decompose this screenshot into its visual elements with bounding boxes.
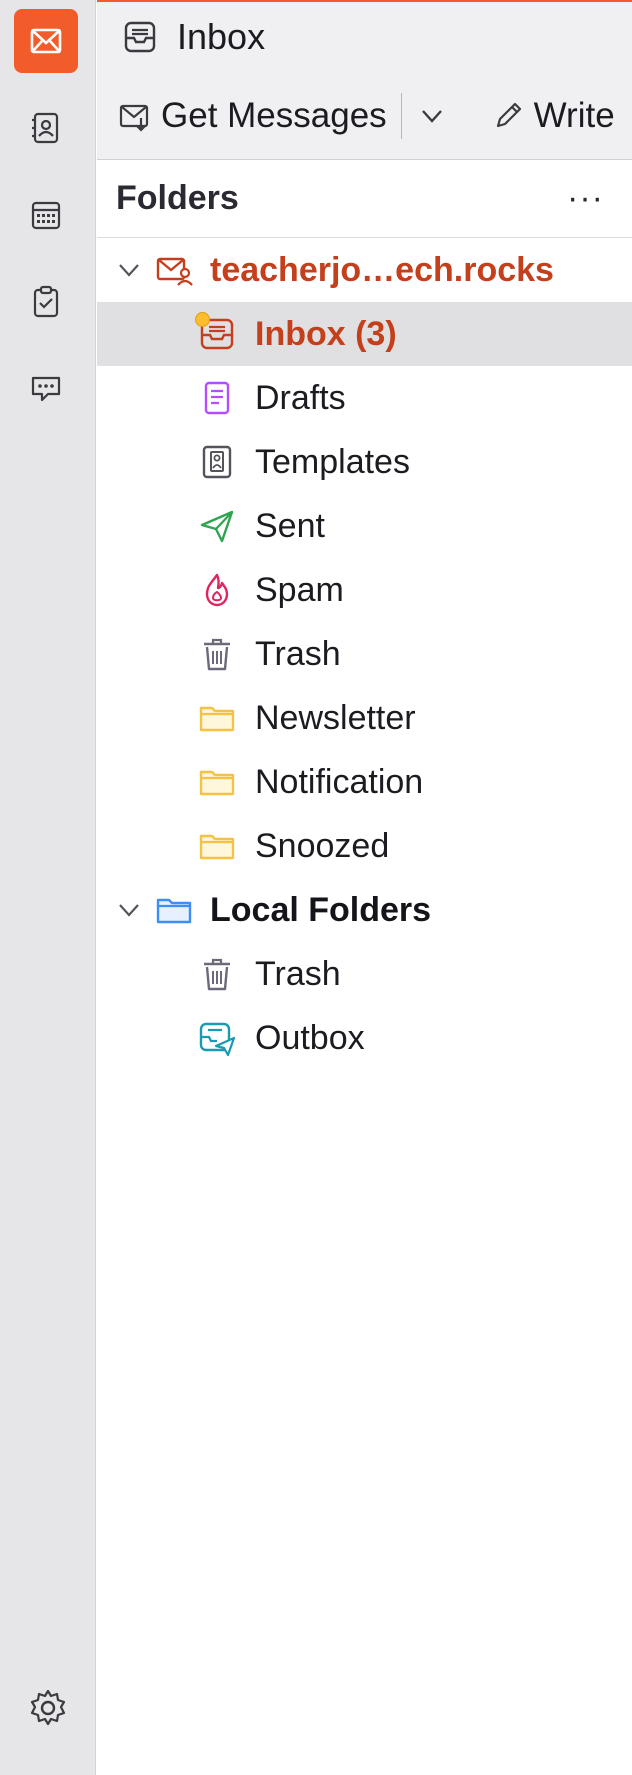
spaces-tasks-button[interactable]: [14, 270, 78, 334]
spaces-chat-button[interactable]: [14, 357, 78, 421]
address-book-icon: [32, 112, 59, 144]
folder-label: Drafts: [255, 378, 346, 417]
folder-icon: [199, 706, 235, 732]
folder-spam[interactable]: Spam: [97, 558, 632, 622]
folder-account[interactable]: teacherjo…ech.rocks: [97, 238, 632, 302]
get-messages-dropdown-button[interactable]: [412, 86, 452, 146]
spaces-address-book-button[interactable]: [14, 96, 78, 160]
spaces-mail-button[interactable]: [14, 9, 78, 73]
folder-sent[interactable]: Sent: [97, 494, 632, 558]
trash-icon: [204, 638, 230, 671]
mail-toolbar: Get Messages Write: [97, 72, 632, 160]
tab-bar: Inbox: [97, 0, 632, 72]
folder-pane-more-button[interactable]: ···: [567, 179, 632, 218]
folder-label: Notification: [255, 762, 424, 801]
folder-local-trash[interactable]: Trash: [97, 942, 632, 1006]
inbox-icon: [124, 21, 156, 53]
tasks-icon: [33, 285, 59, 318]
folder-label: Sent: [255, 506, 325, 545]
spaces-calendar-button[interactable]: [14, 183, 78, 247]
templates-icon: [202, 445, 232, 479]
folder-icon: [199, 834, 235, 860]
chevron-down-icon: [421, 109, 442, 123]
write-label: Write: [533, 95, 615, 135]
mail-icon: [30, 28, 62, 54]
folder-tree: teacherjo…ech.rocks Inbox (3) Drafts Tem…: [97, 238, 632, 1070]
outbox-icon: [199, 1022, 236, 1057]
spam-icon: [205, 573, 229, 607]
folder-newsletter[interactable]: Newsletter: [97, 686, 632, 750]
folder-snoozed[interactable]: Snoozed: [97, 814, 632, 878]
folder-notification[interactable]: Notification: [97, 750, 632, 814]
folder-label: Inbox (3): [255, 314, 397, 353]
calendar-icon: [31, 201, 61, 230]
chat-icon: [31, 376, 61, 402]
folder-inbox[interactable]: Inbox (3): [97, 302, 632, 366]
folder-drafts[interactable]: Drafts: [97, 366, 632, 430]
write-button[interactable]: Write: [482, 86, 623, 146]
folder-label: Templates: [255, 442, 410, 481]
folder-label: Snoozed: [255, 826, 390, 865]
get-messages-icon: [119, 104, 149, 132]
folder-trash[interactable]: Trash: [97, 622, 632, 686]
get-messages-button[interactable]: Get Messages: [109, 86, 395, 146]
gear-icon: [30, 1689, 66, 1726]
folder-templates[interactable]: Templates: [97, 430, 632, 494]
folder-label: Trash: [255, 954, 341, 993]
folder-local-folders[interactable]: Local Folders: [97, 878, 632, 942]
spaces-settings-button[interactable]: [26, 1686, 70, 1730]
drafts-icon: [204, 381, 230, 415]
folder-label: Trash: [255, 634, 341, 673]
account-mail-icon: [156, 257, 193, 286]
folder-pane-header: Folders ···: [97, 160, 632, 238]
toolbar-separator: [400, 92, 402, 139]
trash-icon: [204, 958, 230, 991]
new-mail-indicator: [195, 312, 210, 327]
tab-inbox[interactable]: Inbox: [97, 2, 265, 72]
chevron-down-icon[interactable]: [115, 896, 143, 924]
sent-icon: [200, 510, 234, 543]
folder-account-label: teacherjo…ech.rocks: [210, 250, 554, 289]
tab-label: Inbox: [177, 16, 266, 57]
spaces-toolbar: [0, 0, 96, 1775]
folder-label: Outbox: [255, 1018, 365, 1057]
folder-outbox[interactable]: Outbox: [97, 1006, 632, 1070]
folder-local-label: Local Folders: [210, 890, 432, 929]
get-messages-label: Get Messages: [161, 95, 387, 135]
mail-main-area: Inbox Get Messages Write Folders ··· tea…: [97, 0, 632, 1775]
folder-label: Spam: [255, 570, 344, 609]
pencil-icon: [496, 102, 521, 127]
folder-pane-title: Folders: [116, 179, 239, 217]
folder-icon: [199, 770, 235, 796]
local-folder-icon: [156, 898, 192, 924]
folder-label: Newsletter: [255, 698, 416, 737]
chevron-down-icon[interactable]: [115, 256, 143, 284]
